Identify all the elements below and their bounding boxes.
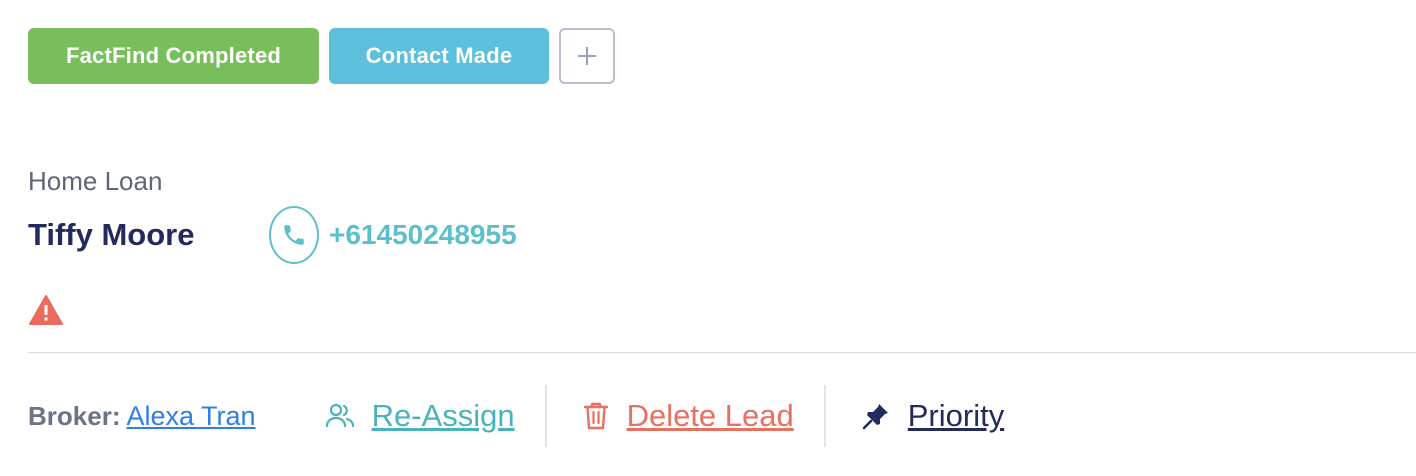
warning-icon xyxy=(29,295,63,325)
trash-icon xyxy=(583,402,608,430)
priority-label: Priority xyxy=(907,398,1005,433)
client-name: Tiffy Moore xyxy=(28,217,195,252)
phone-link[interactable]: +61450248955 xyxy=(269,206,517,264)
broker-label: Broker: xyxy=(28,400,121,431)
loan-type: Home Loan xyxy=(28,166,163,196)
separator xyxy=(544,385,547,447)
phone-icon xyxy=(284,225,304,245)
delete-lead-button[interactable]: Delete Lead xyxy=(583,398,794,434)
tag-factfind-completed[interactable]: FactFind Completed xyxy=(28,28,319,84)
phone-number: +61450248955 xyxy=(329,219,517,250)
tag-list: FactFind Completed Contact Made xyxy=(28,28,615,84)
delete-lead-label: Delete Lead xyxy=(626,398,794,433)
add-tag-button[interactable] xyxy=(559,28,615,84)
phone-icon-circle xyxy=(269,206,319,264)
pin-icon xyxy=(862,404,888,430)
users-icon xyxy=(325,403,354,428)
divider xyxy=(28,352,1416,353)
broker-name-link[interactable]: Alexa Tran xyxy=(126,401,255,432)
priority-button[interactable]: Priority xyxy=(862,398,1004,434)
lead-card: FactFind Completed Contact Made Home Loa… xyxy=(0,0,1416,476)
reassign-label: Re-Assign xyxy=(371,398,515,433)
plus-icon xyxy=(578,47,596,65)
separator xyxy=(823,385,826,447)
reassign-button[interactable]: Re-Assign xyxy=(324,398,515,434)
tag-contact-made[interactable]: Contact Made xyxy=(329,28,549,84)
lead-footer: Broker: Alexa Tran Re-Assign Delete Lead xyxy=(28,384,1004,448)
client-row: Tiffy Moore +61450248955 xyxy=(28,205,517,265)
